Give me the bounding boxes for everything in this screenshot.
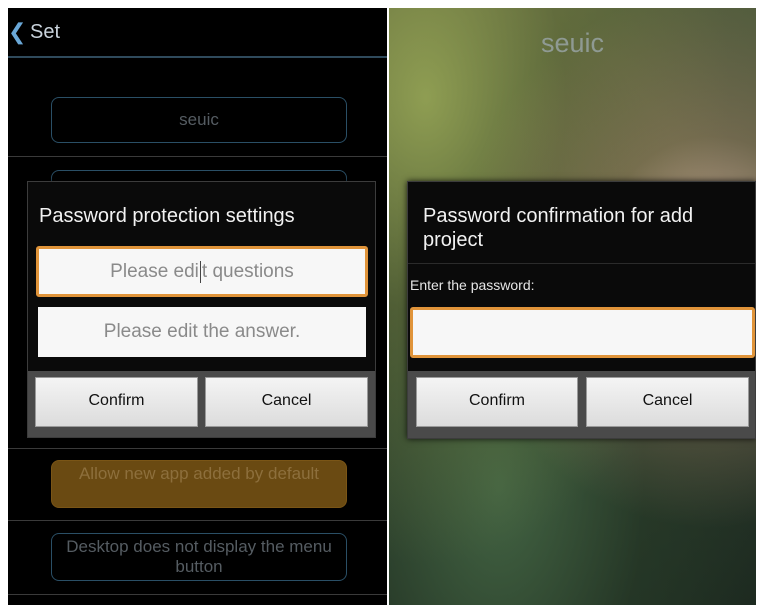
question-placeholder-end: t questions — [201, 261, 294, 282]
cancel-button[interactable]: Cancel — [205, 377, 368, 427]
settings-screen: ❮ Set seuic Version 2.0.1.0 Allow new ap… — [8, 8, 387, 605]
hide-menu-button-toggle[interactable]: Desktop does not display the menu button — [51, 533, 347, 581]
row-divider — [8, 448, 387, 449]
action-bar: ❮ Set — [8, 8, 387, 56]
answer-input[interactable]: Please edit the answer. — [38, 307, 366, 357]
dialog-button-bar: Confirm Cancel — [408, 371, 755, 438]
action-bar-title[interactable]: Set — [30, 21, 60, 44]
cancel-button[interactable]: Cancel — [586, 377, 749, 427]
row-divider — [8, 156, 387, 157]
text-cursor — [199, 260, 201, 283]
question-input[interactable]: Please edi t questions — [36, 246, 368, 297]
device-name-button[interactable]: seuic — [51, 97, 347, 143]
password-protection-dialog: Password protection settings Please edi t… — [27, 181, 376, 438]
action-bar-divider — [8, 56, 387, 58]
dialog-title: Password confirmation for add project — [423, 205, 694, 251]
password-hint-label: Enter the password: — [410, 277, 535, 293]
row-divider — [8, 594, 387, 595]
password-confirmation-dialog: Password confirmation for add project En… — [407, 181, 756, 439]
title-divider — [408, 263, 755, 264]
dialog-button-bar: Confirm Cancel — [28, 371, 375, 437]
dialog-title: Password protection settings — [39, 205, 295, 227]
confirm-button[interactable]: Confirm — [416, 377, 578, 427]
chevron-left-icon[interactable]: ❮ — [8, 20, 26, 44]
allow-new-app-toggle-button[interactable]: Allow new app added by default — [51, 460, 347, 508]
password-input[interactable] — [410, 307, 755, 358]
confirm-button[interactable]: Confirm — [35, 377, 198, 427]
home-screen: seuic Password confirmation for add proj… — [389, 8, 756, 605]
row-divider — [8, 520, 387, 521]
screen-title: seuic — [540, 28, 605, 58]
question-placeholder-start: Please edi — [110, 261, 199, 282]
